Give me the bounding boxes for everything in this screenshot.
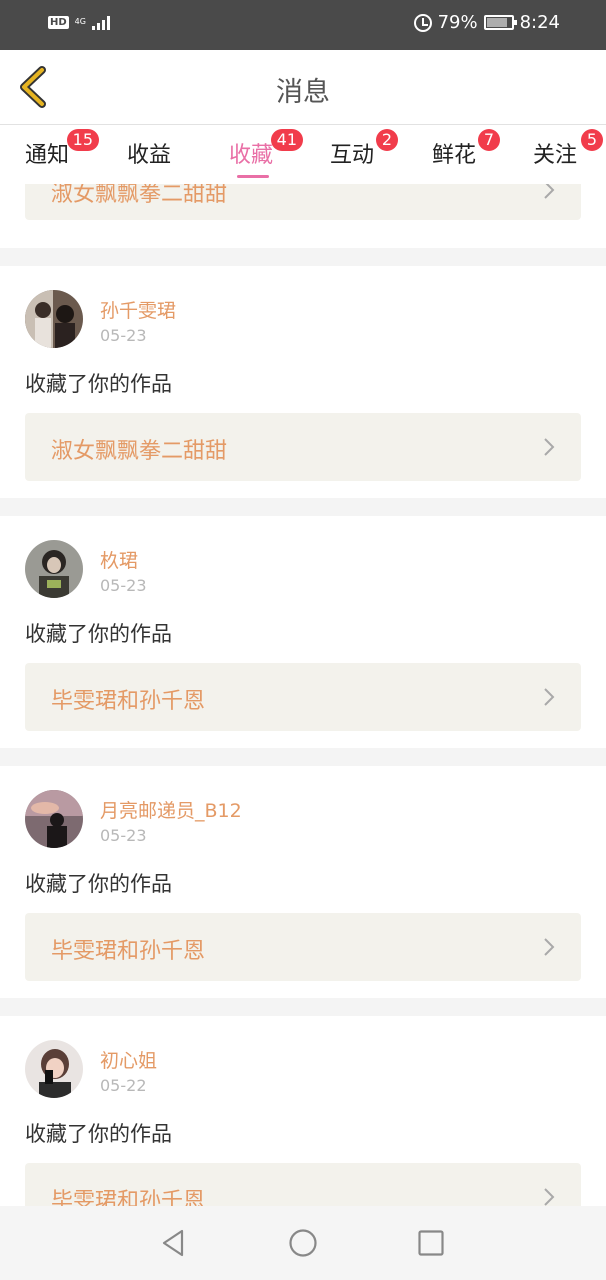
work-title: 毕雯珺和孙千恩 xyxy=(51,939,206,964)
message-list[interactable]: 淑女飘飘拳二甜甜 孙千雯珺 05-23 收藏了你的作品 淑女飘飘拳二甜甜 杦珺 … xyxy=(0,184,606,1206)
work-title: 毕雯珺和孙千恩 xyxy=(51,1189,206,1206)
system-nav-bar xyxy=(0,1206,606,1280)
avatar[interactable] xyxy=(25,1040,83,1098)
action-text: 收藏了你的作品 xyxy=(25,622,172,646)
user-name[interactable]: 杦珺 xyxy=(100,546,138,573)
work-link[interactable]: 淑女飘飘拳二甜甜 xyxy=(25,413,581,481)
work-title: 毕雯珺和孙千恩 xyxy=(51,689,206,714)
tab-earnings[interactable]: 收益 xyxy=(127,137,171,169)
clock: 8:24 xyxy=(519,12,560,33)
chevron-right-icon xyxy=(544,184,555,199)
badge-count: 5 xyxy=(580,129,604,151)
avatar[interactable] xyxy=(25,790,83,848)
message-card: 淑女飘飘拳二甜甜 xyxy=(0,184,606,248)
action-text: 收藏了你的作品 xyxy=(25,372,172,396)
badge-count: 41 xyxy=(270,129,304,151)
message-card: 初心姐 05-22 收藏了你的作品 毕雯珺和孙千恩 xyxy=(0,1016,606,1206)
tab-label: 互动 xyxy=(330,143,375,168)
tab-flowers[interactable]: 鲜花 7 xyxy=(432,129,501,169)
hd-indicator: HD xyxy=(48,15,69,29)
tab-label: 鲜花 xyxy=(432,143,477,168)
work-link[interactable]: 淑女飘飘拳二甜甜 xyxy=(25,184,581,220)
tab-label: 关注 xyxy=(533,143,578,168)
status-right: 79% 8:24 xyxy=(413,12,560,33)
page-title: 消息 xyxy=(276,77,330,108)
tab-favorites[interactable]: 收藏 41 xyxy=(229,129,304,178)
network-type: 4G xyxy=(74,17,86,26)
tab-follows[interactable]: 关注 5 xyxy=(533,129,604,169)
action-text: 收藏了你的作品 xyxy=(25,872,172,896)
alarm-icon xyxy=(413,13,432,32)
status-bar: HD 4G 79% 8:24 xyxy=(0,0,606,50)
battery-icon xyxy=(483,15,517,30)
work-link[interactable]: 毕雯珺和孙千恩 xyxy=(25,1163,581,1206)
message-date: 05-23 xyxy=(100,326,147,345)
chevron-right-icon xyxy=(544,1188,555,1206)
chevron-right-icon xyxy=(544,938,555,956)
tab-bar: 通知 15 收益 收藏 41 互动 2 鲜花 7 关注 5 xyxy=(0,124,606,184)
header: 消息 xyxy=(0,50,606,124)
tab-label: 收益 xyxy=(127,143,172,168)
message-date: 05-22 xyxy=(100,1076,147,1095)
user-name[interactable]: 孙千雯珺 xyxy=(100,296,176,323)
work-link[interactable]: 毕雯珺和孙千恩 xyxy=(25,913,581,981)
tab-label: 通知 xyxy=(25,143,70,168)
tab-interactions[interactable]: 互动 2 xyxy=(330,129,399,169)
message-card: 孙千雯珺 05-23 收藏了你的作品 淑女飘飘拳二甜甜 xyxy=(0,266,606,498)
triangle-back-icon[interactable] xyxy=(158,1228,188,1258)
work-link[interactable]: 毕雯珺和孙千恩 xyxy=(25,663,581,731)
avatar[interactable] xyxy=(25,540,83,598)
message-card: 杦珺 05-23 收藏了你的作品 毕雯珺和孙千恩 xyxy=(0,516,606,748)
badge-count: 15 xyxy=(66,129,100,151)
message-date: 05-23 xyxy=(100,826,147,845)
work-title: 淑女飘飘拳二甜甜 xyxy=(51,439,228,464)
square-recents-icon[interactable] xyxy=(416,1228,446,1258)
message-date: 05-23 xyxy=(100,576,147,595)
user-name[interactable]: 月亮邮递员_B12 xyxy=(100,796,242,823)
circle-home-icon[interactable] xyxy=(288,1228,318,1258)
badge-count: 2 xyxy=(375,129,399,151)
action-text: 收藏了你的作品 xyxy=(25,1122,172,1146)
battery-percent: 79% xyxy=(437,12,478,33)
user-name[interactable]: 初心姐 xyxy=(100,1046,157,1073)
chevron-right-icon xyxy=(544,438,555,456)
tab-notifications[interactable]: 通知 15 xyxy=(25,129,100,169)
active-tab-indicator xyxy=(237,175,269,178)
avatar[interactable] xyxy=(25,290,83,348)
badge-count: 7 xyxy=(477,129,501,151)
chevron-right-icon xyxy=(544,688,555,706)
signal-icon xyxy=(91,14,110,30)
signal-area: HD 4G xyxy=(48,14,110,30)
tab-label: 收藏 xyxy=(229,143,274,168)
message-card: 月亮邮递员_B12 05-23 收藏了你的作品 毕雯珺和孙千恩 xyxy=(0,766,606,998)
work-title: 淑女飘飘拳二甜甜 xyxy=(51,184,228,207)
